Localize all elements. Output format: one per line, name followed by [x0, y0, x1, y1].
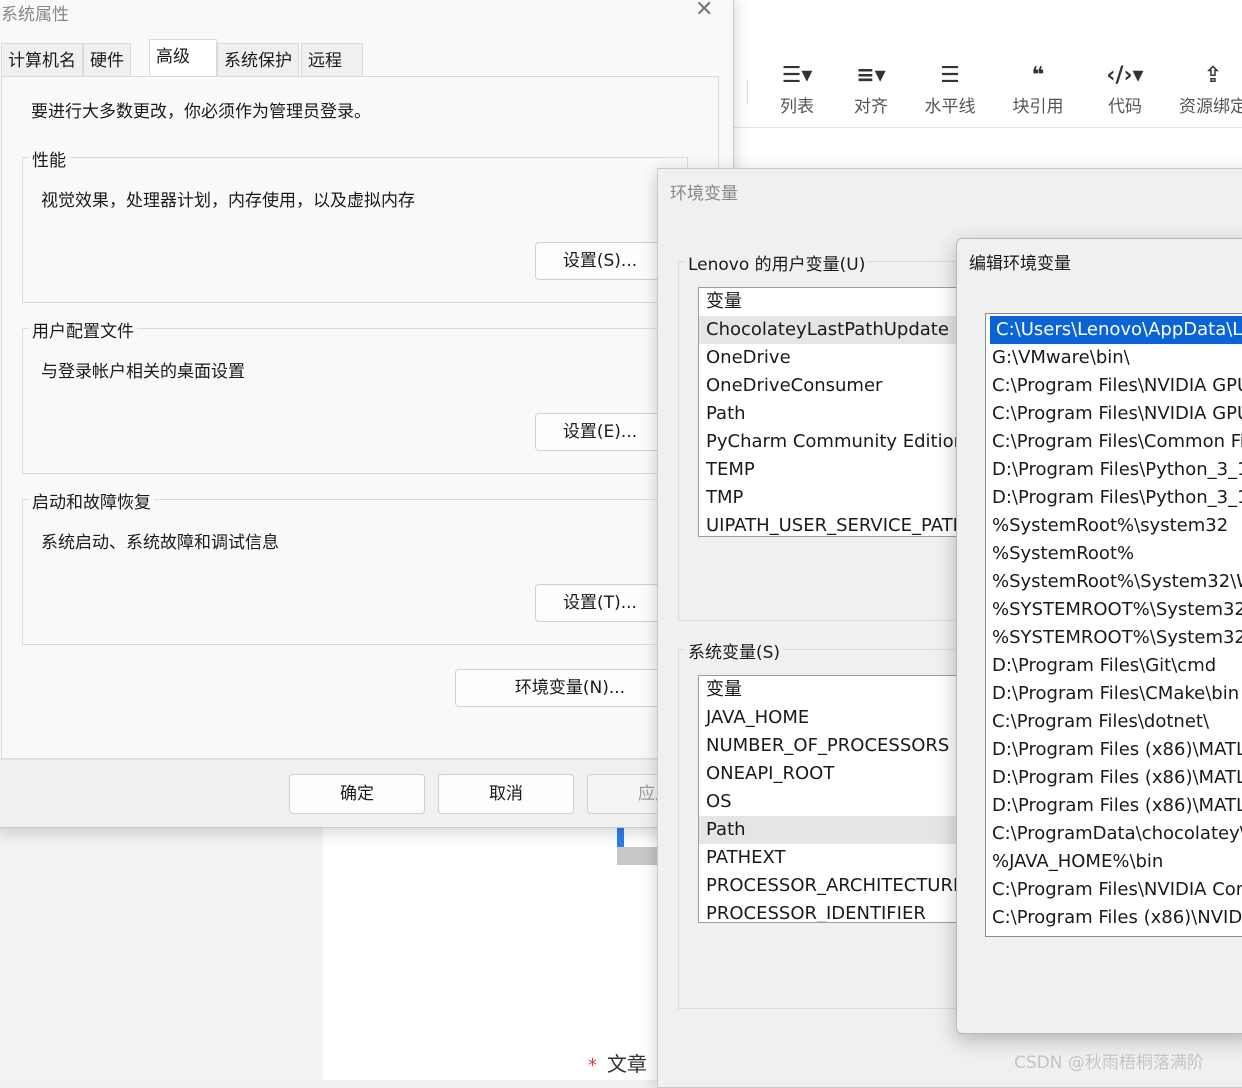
toolbar-quote-button[interactable]: ❝ 块引用 — [1007, 60, 1069, 124]
edit-dialog-title: 编辑环境变量 — [969, 254, 1071, 274]
horizontal-line-icon: ☰ — [940, 63, 960, 88]
list-item[interactable]: PROCESSOR_IDENTIFIER — [699, 900, 997, 922]
path-entry[interactable]: D:\Program Files\CMake\bin — [986, 680, 1242, 708]
list-item[interactable]: UIPATH_USER_SERVICE_PATH — [699, 512, 997, 536]
list-item[interactable]: PROCESSOR_ARCHITECTURE — [699, 872, 997, 900]
performance-group: 性能 视觉效果，处理器计划，内存使用，以及虚拟内存 — [22, 146, 688, 303]
cancel-button[interactable]: 取消 — [438, 774, 574, 814]
quote-icon: ❝ — [1031, 63, 1045, 88]
list-item[interactable]: OS — [699, 788, 997, 816]
list-item[interactable]: NUMBER_OF_PROCESSORS — [699, 732, 997, 760]
list-item[interactable]: ONEAPI_ROOT — [699, 760, 997, 788]
toolbar-align-button[interactable]: ≡▾ 对齐 — [843, 60, 899, 124]
toolbar-resource-label: 资源绑定 — [1179, 97, 1242, 117]
accent-marker — [617, 827, 624, 847]
required-star-icon: * — [588, 1055, 597, 1076]
startup-recovery-group: 启动和故障恢复 系统启动、系统故障和调试信息 — [22, 488, 688, 645]
environment-variables-button[interactable]: 环境变量(N)... — [455, 669, 685, 707]
user-profiles-desc: 与登录帐户相关的桌面设置 — [41, 362, 245, 382]
ok-button[interactable]: 确定 — [289, 774, 425, 814]
system-properties-dialog: 系统属性 ✕ 计算机名 硬件 高级 系统保护 远程 要进行大多数更改，你必须作为… — [0, 0, 734, 828]
list-item[interactable]: PATHEXT — [699, 844, 997, 872]
list-header-variable: 变量 — [706, 291, 742, 312]
dialog-title: 系统属性 — [1, 5, 69, 25]
path-entry[interactable]: C:\Program Files\NVIDIA GPU — [986, 400, 1242, 428]
env-dialog-title: 环境变量 — [670, 184, 738, 204]
path-entry[interactable]: %SystemRoot%\system32 — [986, 512, 1242, 540]
tab-system-protection[interactable]: 系统保护 — [217, 43, 299, 77]
editor-topbar — [733, 0, 1242, 50]
list-item[interactable]: OneDriveConsumer — [699, 372, 997, 400]
path-entry[interactable]: D:\Program Files (x86)\MATL — [986, 792, 1242, 820]
user-variables-title: Lenovo 的用户变量(U) — [685, 250, 869, 275]
path-entry[interactable]: C:\Program Files\NVIDIA Cor — [986, 876, 1242, 904]
startup-recovery-desc: 系统启动、系统故障和调试信息 — [41, 533, 279, 553]
path-entry[interactable]: C:\Program Files\dotnet\ — [986, 708, 1242, 736]
list-item[interactable]: PyCharm Community Edition — [699, 428, 997, 456]
path-entry[interactable]: C:\Program Files\NVIDIA GPU — [986, 372, 1242, 400]
toolbar-quote-label: 块引用 — [1012, 97, 1064, 117]
user-profiles-group: 用户配置文件 与登录帐户相关的桌面设置 — [22, 317, 688, 474]
path-entry[interactable]: G:\VMware\bin\ — [986, 344, 1242, 372]
performance-desc: 视觉效果，处理器计划，内存使用，以及虚拟内存 — [41, 191, 415, 211]
user-profiles-settings-button[interactable]: 设置(E)... — [535, 413, 665, 451]
toolbar-align-label: 对齐 — [854, 97, 888, 117]
startup-recovery-title: 启动和故障恢复 — [29, 488, 154, 513]
startup-recovery-settings-button[interactable]: 设置(T)... — [535, 584, 665, 622]
edit-environment-variable-dialog: 编辑环境变量 C:\Users\Lenovo\AppData\Lo G:\VMw… — [956, 238, 1242, 1034]
toolbar-separator — [747, 80, 748, 104]
list-item[interactable]: TEMP — [699, 456, 997, 484]
article-label-text: 文章 — [607, 1052, 647, 1076]
toolbar-list-button[interactable]: ☰▾ 列表 — [769, 60, 825, 124]
editor-toolbar: ☰▾ 列表 ≡▾ 对齐 ☰ 水平线 ❝ 块引用 ‹/›▾ 代码 ⇪ 资源绑定 — [733, 50, 1242, 128]
tab-remote[interactable]: 远程 — [301, 43, 363, 77]
path-entry[interactable]: D:\Program Files\Python_3_1 — [986, 484, 1242, 512]
watermark: CSDN @秋雨梧桐落满阶 — [1014, 1053, 1204, 1073]
toolbar-resource-button[interactable]: ⇪ 资源绑定 — [1173, 60, 1242, 124]
performance-settings-button[interactable]: 设置(S)... — [535, 242, 665, 280]
performance-title: 性能 — [29, 146, 69, 171]
path-entry[interactable]: %SystemRoot% — [986, 540, 1242, 568]
list-item[interactable]: OneDrive — [699, 344, 997, 372]
path-entry[interactable]: D:\Program Files (x86)\MATL — [986, 764, 1242, 792]
list-item[interactable]: Path — [699, 816, 997, 844]
code-icon: ‹/›▾ — [1106, 63, 1144, 88]
path-entry[interactable]: D:\Program Files\Python_3_1 — [986, 456, 1242, 484]
path-entry[interactable]: C:\ProgramData\chocolatey\ — [986, 820, 1242, 848]
path-entry[interactable]: D:\Program Files\Git\cmd — [986, 652, 1242, 680]
system-variables-title: 系统变量(S) — [685, 638, 784, 663]
toolbar-code-button[interactable]: ‹/›▾ 代码 — [1097, 60, 1153, 124]
list-item[interactable]: JAVA_HOME — [699, 704, 997, 732]
path-entry[interactable]: %JAVA_HOME%\bin — [986, 848, 1242, 876]
article-field-label: * 文章 — [588, 1048, 647, 1077]
toolbar-hr-label: 水平线 — [924, 97, 976, 117]
tab-computer-name[interactable]: 计算机名 — [1, 43, 83, 77]
path-entry[interactable]: %SYSTEMROOT%\System32\ — [986, 596, 1242, 624]
resource-bind-icon: ⇪ — [1203, 63, 1223, 88]
list-header-variable: 变量 — [706, 679, 742, 700]
toolbar-list-label: 列表 — [780, 97, 814, 117]
path-entry[interactable]: C:\Program Files (x86)\NVIDI — [986, 904, 1242, 932]
path-entry[interactable]: %SystemRoot%\System32\W — [986, 568, 1242, 596]
path-entry[interactable]: C:\Users\Lenovo\AppData\Lo — [989, 315, 1242, 345]
toolbar-hr-button[interactable]: ☰ 水平线 — [919, 60, 981, 124]
admin-note: 要进行大多数更改，你必须作为管理员登录。 — [31, 102, 371, 122]
list-icon: ☰▾ — [781, 63, 813, 88]
system-variables-list[interactable]: 变量 JAVA_HOME NUMBER_OF_PROCESSORS ONEAPI… — [698, 675, 998, 923]
close-icon[interactable]: ✕ — [695, 0, 713, 21]
user-variables-list[interactable]: 变量 ChocolateyLastPathUpdate OneDrive One… — [698, 287, 998, 537]
toolbar-code-label: 代码 — [1108, 97, 1142, 117]
path-entry[interactable]: C:\Program Files\Common Fil — [986, 428, 1242, 456]
list-item[interactable]: TMP — [699, 484, 997, 512]
list-item[interactable]: ChocolateyLastPathUpdate — [699, 316, 997, 344]
tab-hardware[interactable]: 硬件 — [83, 43, 131, 77]
path-entry[interactable]: %SYSTEMROOT%\System32\ — [986, 624, 1242, 652]
path-entries-list[interactable]: C:\Users\Lenovo\AppData\Lo G:\VMware\bin… — [985, 313, 1242, 937]
list-item[interactable]: Path — [699, 400, 997, 428]
path-entry[interactable]: D:\Program Files (x86)\MATL — [986, 736, 1242, 764]
align-icon: ≡▾ — [856, 63, 886, 88]
user-profiles-title: 用户配置文件 — [29, 317, 137, 342]
tab-advanced[interactable]: 高级 — [149, 39, 217, 77]
